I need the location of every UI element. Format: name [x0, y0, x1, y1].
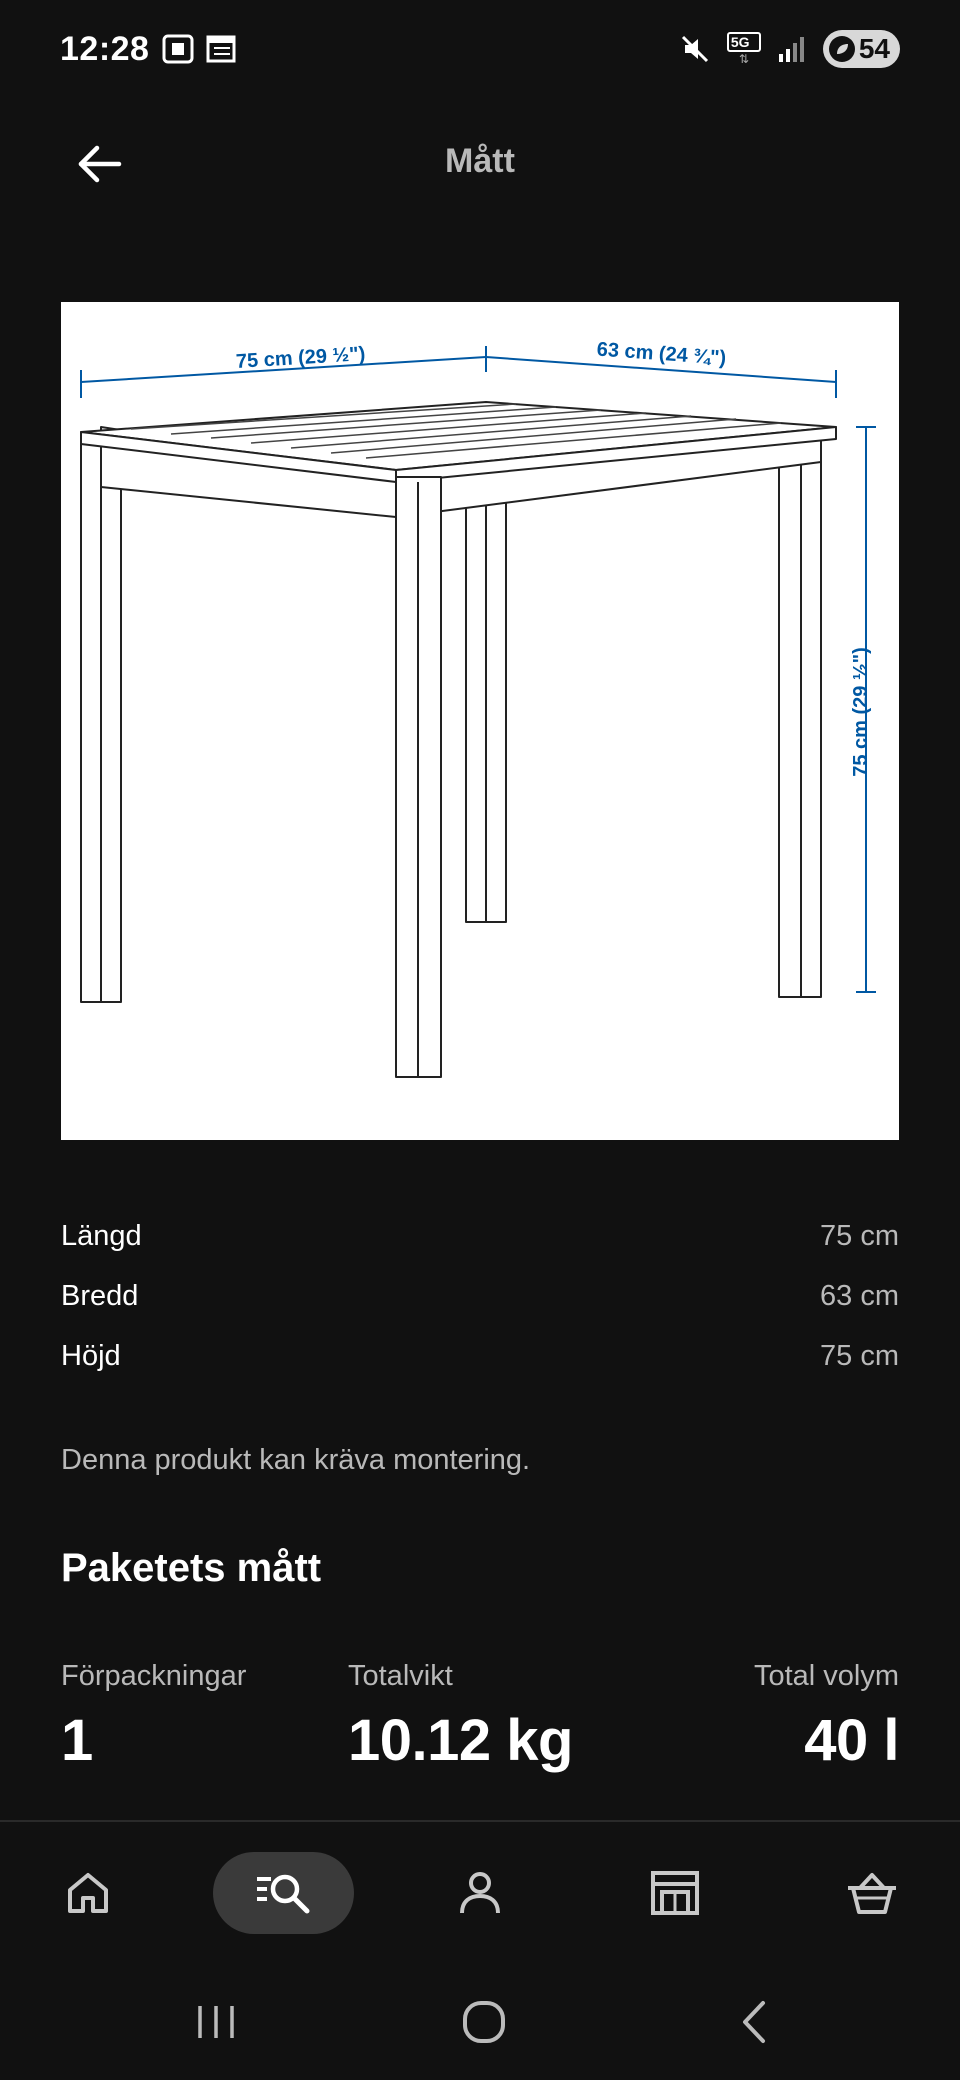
dimension-value: 63 cm	[820, 1279, 899, 1312]
stat-value: 10.12 kg	[348, 1708, 573, 1773]
nav-store[interactable]	[635, 1852, 715, 1934]
status-system-icons: 5G ⇅ 54	[679, 30, 900, 68]
bottom-navigation	[0, 1820, 960, 1960]
package-stats: Förpackningar 1 Totalvikt 10.12 kg Total…	[61, 1660, 900, 1780]
stat-label: Total volym	[753, 1660, 899, 1692]
app-header: Mått	[0, 106, 960, 218]
system-home-button[interactable]	[444, 1990, 524, 2054]
width-dimension-label: 75 cm (29 ½")	[235, 343, 366, 373]
person-icon	[460, 1872, 500, 1914]
store-icon	[651, 1871, 699, 1915]
dimension-row-width: Bredd 63 cm	[61, 1266, 899, 1326]
height-dimension-label: 75 cm (29 ½")	[850, 647, 872, 777]
nav-profile[interactable]	[440, 1852, 520, 1934]
package-heading: Paketets mått	[61, 1546, 322, 1590]
nav-search[interactable]	[213, 1852, 354, 1934]
calendar-icon	[206, 35, 236, 63]
assembly-note: Denna produkt kan kräva montering.	[61, 1444, 531, 1476]
table-line-drawing: 75 cm (29 ½") 63 cm (24 ¾") 75 cm (29 ½"…	[80, 339, 876, 1078]
total-weight-stat: Totalvikt 10.12 kg	[348, 1660, 573, 1774]
total-volume-stat: Total volym 40 l	[753, 1660, 900, 1774]
system-back-button[interactable]	[714, 1990, 794, 2054]
recent-apps-icon	[198, 2006, 234, 2038]
dimension-label: Längd	[61, 1219, 142, 1252]
page-title: Mått	[445, 142, 515, 180]
battery-level: 54	[858, 33, 890, 64]
dimension-row-height: Höjd 75 cm	[61, 1326, 899, 1386]
signal-icon	[778, 37, 804, 62]
screenshot-icon	[162, 34, 194, 64]
status-notification-icons	[162, 34, 236, 64]
recent-apps-button[interactable]	[176, 1990, 256, 2054]
battery-saver-icon	[828, 36, 855, 62]
status-bar: 12:28 5G ⇅ 54	[0, 0, 960, 106]
home-icon	[68, 1873, 108, 1913]
depth-dimension-label: 63 cm (24 ¾")	[596, 339, 727, 370]
product-dimension-image: 75 cm (29 ½") 63 cm (24 ¾") 75 cm (29 ½"…	[61, 302, 899, 1140]
stat-label: Totalvikt	[348, 1660, 453, 1692]
search-icon	[256, 1874, 309, 1914]
dimension-value: 75 cm	[820, 1219, 899, 1252]
nav-home[interactable]	[48, 1852, 128, 1934]
back-chevron-icon	[743, 2001, 765, 2043]
stat-value: 1	[61, 1708, 93, 1773]
battery-indicator: 54	[822, 30, 900, 68]
dimension-value: 75 cm	[820, 1339, 899, 1372]
status-time: 12:28	[60, 30, 150, 68]
home-circle-icon	[463, 2001, 505, 2043]
package-count-stat: Förpackningar 1	[61, 1660, 246, 1774]
system-navigation	[0, 1960, 960, 2080]
stat-label: Förpackningar	[61, 1660, 247, 1692]
dimension-label: Bredd	[61, 1279, 139, 1312]
stat-value: 40 l	[804, 1708, 899, 1773]
dimension-label: Höjd	[61, 1339, 121, 1372]
network-5g-icon: 5G ⇅	[726, 32, 761, 66]
dimensions-list: Längd 75 cm Bredd 63 cm Höjd 75 cm	[61, 1206, 899, 1386]
basket-icon	[848, 1873, 896, 1914]
dimension-row-length: Längd 75 cm	[61, 1206, 899, 1266]
nav-cart[interactable]	[832, 1852, 912, 1934]
mute-icon	[681, 35, 708, 63]
